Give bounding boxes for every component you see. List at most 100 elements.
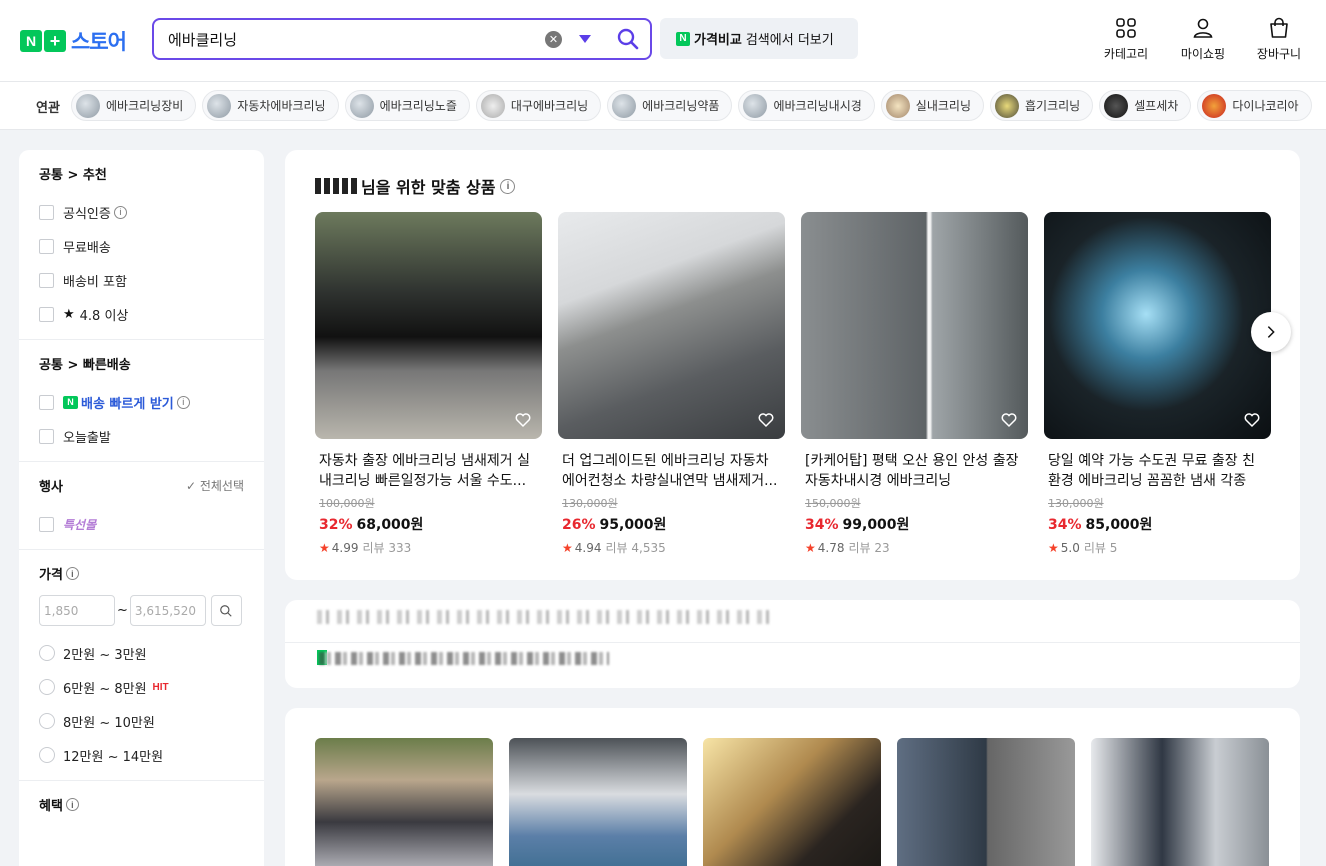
star-icon: ★ (319, 540, 330, 555)
header: N + 스토어 ✕ N 가격비교 검색에서 더보기 카테고리 마이쇼핑 (0, 0, 1326, 82)
product-image[interactable] (801, 212, 1028, 439)
product-thumbnail[interactable] (897, 738, 1075, 866)
related-chip[interactable]: 자동차에바크리닝 (202, 90, 339, 121)
discount-rate: 34% (1048, 517, 1082, 533)
heart-icon[interactable] (1243, 411, 1261, 429)
chip-label: 자동차에바크리닝 (237, 99, 326, 113)
product-title[interactable]: 자동차 출장 에바크리닝 냄새제거 실내크리닝 빠른일정가능 서울 수도... (315, 451, 542, 491)
nav-category[interactable]: 카테고리 (1090, 16, 1162, 66)
sale-price: 85,000원 (1085, 517, 1153, 533)
related-chip[interactable]: 다이나코리아 (1197, 90, 1312, 121)
heart-icon[interactable] (514, 411, 532, 429)
chip-label: 에바크리닝약품 (642, 99, 720, 113)
price-range-option[interactable]: 6만원 ~ 8만원 HIT (39, 670, 244, 704)
filter-label: 공식인증 (63, 206, 111, 222)
filter-price-title: 가격 i (39, 564, 244, 583)
info-icon[interactable]: i (500, 178, 516, 194)
carousel-next-button[interactable] (1251, 312, 1291, 352)
checkbox[interactable] (39, 204, 54, 220)
chip-thumbnail (885, 93, 910, 118)
discount-rate: 34% (805, 517, 839, 533)
filter-shipping-included[interactable]: 배송비 포함 (39, 263, 244, 297)
product-image[interactable] (1044, 212, 1271, 439)
related-chip[interactable]: 에바크리닝장비 (71, 90, 197, 121)
related-label: 연관 (36, 101, 60, 116)
product-card[interactable]: [카케어탑] 평택 오산 용인 안성 출장 자동차내시경 에바크리닝 150,0… (801, 212, 1028, 556)
filter-recommend: 공통 > 추천 공식인증 i 무료배송 배송비 포함 ★ 4.8 이상 (19, 150, 264, 340)
chip-thumbnail (207, 93, 232, 118)
chip-label: 실내크리닝 (915, 99, 971, 113)
heart-icon[interactable] (1000, 411, 1018, 429)
clear-icon[interactable]: ✕ (545, 31, 562, 48)
rating-value: 4.99 (331, 540, 359, 555)
product-title[interactable]: 당일 예약 가능 수도권 무료 출장 친환경 에바크리닝 꼼꼼한 냄새 각종 냄… (1044, 451, 1271, 491)
checkbox[interactable] (39, 428, 54, 444)
filter-free-shipping[interactable]: 무료배송 (39, 229, 244, 263)
product-title[interactable]: 더 업그레이드된 에바크리닝 자동차 에어컨청소 차량실내연막 냄새제거... (558, 451, 785, 491)
filter-event: 행사 ✓ 전체선택 특선몰 (19, 462, 264, 550)
product-card[interactable]: 자동차 출장 에바크리닝 냄새제거 실내크리닝 빠른일정가능 서울 수도... … (315, 212, 542, 556)
filter-today[interactable]: 오늘출발 (39, 419, 244, 453)
price-range-option[interactable]: 12만원 ~ 14만원 (39, 738, 244, 772)
radio[interactable] (39, 679, 55, 695)
product-thumbnail[interactable] (703, 738, 881, 866)
cart-icon (1270, 17, 1288, 38)
benefit-title-text: 혜택 (39, 799, 63, 814)
chip-label: 다이나코리아 (1232, 99, 1299, 113)
related-chip[interactable]: 대구에바크리닝 (475, 90, 602, 121)
heart-icon[interactable] (757, 411, 775, 429)
related-chip[interactable]: 에바크리닝약품 (607, 90, 733, 121)
product-image[interactable] (558, 212, 785, 439)
product-thumbnail[interactable] (315, 738, 493, 866)
price-max-input[interactable]: 3,615,520 (129, 595, 206, 626)
radio[interactable] (39, 645, 55, 661)
checkbox[interactable] (39, 306, 54, 322)
filter-fast[interactable]: N 배송 빠르게 받기 i (39, 385, 244, 419)
related-chip[interactable]: 실내크리닝 (880, 90, 984, 121)
search-icon[interactable] (616, 27, 640, 51)
recommended-products-panel: 님을 위한 맞춤 상품 i 자동차 출장 에바크리닝 냄새제거 실내크리닝 빠른… (285, 150, 1300, 580)
checkbox[interactable] (39, 394, 54, 410)
nav-cart[interactable]: 장바구니 (1243, 16, 1315, 66)
product-image[interactable] (315, 212, 542, 439)
nav-my-shopping[interactable]: 마이쇼핑 (1167, 16, 1239, 66)
price-search-button[interactable] (210, 595, 242, 626)
select-all-button[interactable]: ✓ 전체선택 (186, 477, 244, 494)
checkbox[interactable] (39, 238, 54, 254)
blurred-text (317, 610, 777, 624)
info-icon[interactable]: i (65, 567, 79, 580)
product-thumbnail[interactable] (1091, 738, 1269, 866)
checkbox[interactable] (39, 272, 54, 288)
filter-special-mall[interactable]: 특선몰 (39, 507, 244, 541)
radio[interactable] (39, 747, 55, 763)
checkbox[interactable] (39, 516, 54, 532)
naver-store-logo[interactable]: N + 스토어 (20, 26, 127, 56)
product-title[interactable]: [카케어탑] 평택 오산 용인 안성 출장 자동차내시경 에바크리닝 (801, 451, 1028, 491)
info-icon[interactable]: i (65, 798, 79, 811)
product-card[interactable]: 당일 예약 가능 수도권 무료 출장 친환경 에바크리닝 꼼꼼한 냄새 각종 냄… (1044, 212, 1271, 556)
star-icon: ★ (562, 540, 573, 555)
info-icon[interactable]: i (176, 395, 190, 409)
related-chip[interactable]: 흡기크리닝 (989, 90, 1094, 121)
radio[interactable] (39, 713, 55, 729)
price-compare-button[interactable]: N 가격비교 검색에서 더보기 (660, 18, 858, 59)
chip-thumbnail (994, 93, 1019, 118)
info-icon[interactable]: i (113, 205, 127, 219)
related-chip[interactable]: 에바크리닝노즐 (344, 90, 470, 121)
price-range-option[interactable]: 2만원 ~ 3만원 (39, 636, 244, 670)
review-count: 리뷰 333 (362, 541, 412, 555)
chip-thumbnail (76, 93, 100, 118)
filter-official[interactable]: 공식인증 i (39, 195, 244, 229)
filter-rating[interactable]: ★ 4.8 이상 (39, 297, 244, 331)
related-chip[interactable]: 셀프세차 (1099, 90, 1192, 121)
chevron-down-icon[interactable] (579, 35, 591, 43)
related-chip[interactable]: 에바크리닝내시경 (738, 90, 875, 121)
filter-label: 오늘출발 (63, 430, 111, 446)
special-mall-logo: 특선몰 (63, 517, 97, 532)
product-card[interactable]: 더 업그레이드된 에바크리닝 자동차 에어컨청소 차량실내연막 냄새제거... … (558, 212, 785, 556)
price-range-label: 8만원 ~ 10만원 (63, 715, 155, 731)
price-range-option[interactable]: 8만원 ~ 10만원 (39, 704, 244, 738)
product-thumbnail[interactable] (509, 738, 687, 866)
search-input[interactable] (168, 29, 538, 49)
price-min-input[interactable]: 1,850 (39, 595, 115, 626)
